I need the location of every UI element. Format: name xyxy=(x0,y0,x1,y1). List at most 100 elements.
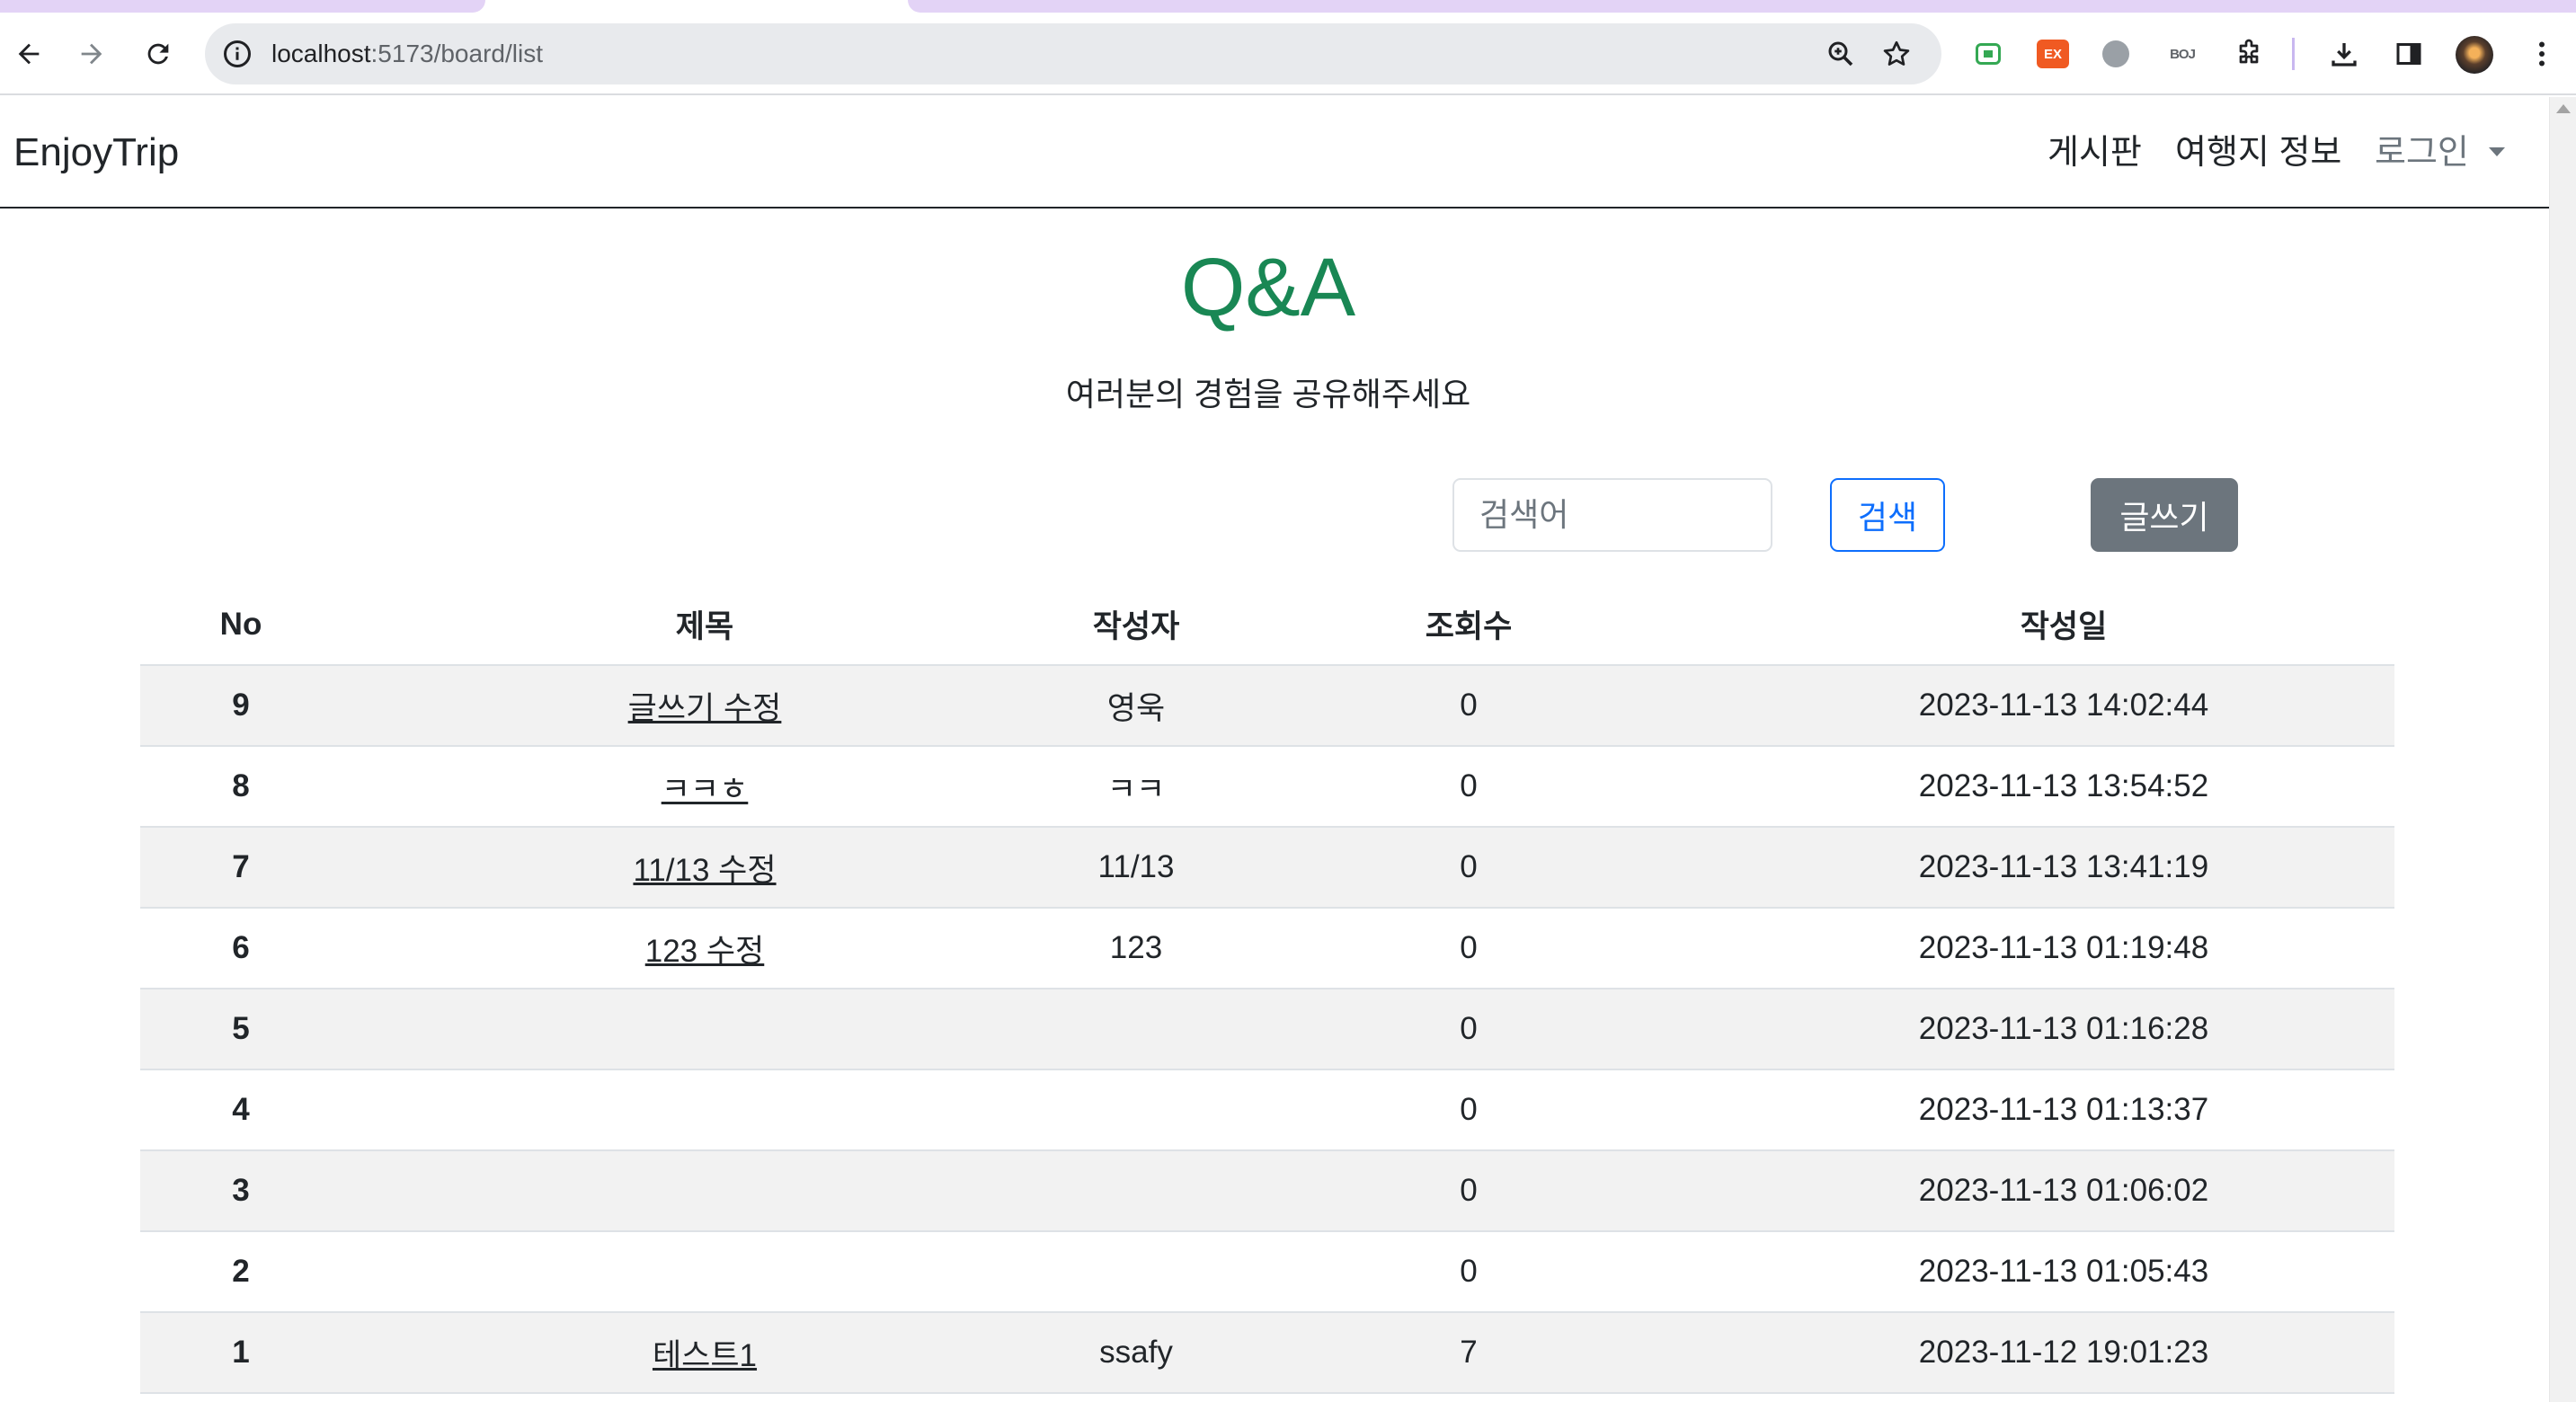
profile-avatar[interactable] xyxy=(2456,36,2493,74)
cell-date: 2023-11-13 13:41:19 xyxy=(1733,827,2394,909)
cell-title: 글쓰기 수정 xyxy=(342,665,1068,747)
cell-views: 0 xyxy=(1204,746,1733,828)
browser-tab-active[interactable] xyxy=(908,0,2576,13)
write-button[interactable]: 글쓰기 xyxy=(2091,478,2238,552)
cell-no: 2 xyxy=(140,1231,342,1313)
board-table: No 제목 작성자 조회수 작성일 9 글쓰기 수정 영욱 0 2023-11-… xyxy=(140,584,2394,1394)
post-title-link[interactable]: 123 수정 xyxy=(645,934,765,969)
sidepanel-icon[interactable] xyxy=(2391,36,2427,72)
cell-views: 7 xyxy=(1204,1312,1733,1394)
cell-author: 123 xyxy=(1068,908,1204,989)
cell-author xyxy=(1068,989,1204,1070)
table-row[interactable]: 9 글쓰기 수정 영욱 0 2023-11-13 14:02:44 xyxy=(140,665,2394,747)
table-row[interactable]: 3 0 2023-11-13 01:06:02 xyxy=(140,1150,2394,1232)
page-subtitle: 여러분의 경험을 공유해주세요 xyxy=(1065,376,1471,413)
forward-button[interactable] xyxy=(70,32,113,75)
table-header-row: No 제목 작성자 조회수 작성일 xyxy=(140,584,2394,666)
table-row[interactable]: 4 0 2023-11-13 01:13:37 xyxy=(140,1069,2394,1151)
cell-views: 0 xyxy=(1204,1150,1733,1232)
cell-title xyxy=(342,1150,1068,1232)
cell-date: 2023-11-13 01:13:37 xyxy=(1733,1069,2394,1151)
cell-date: 2023-11-13 14:02:44 xyxy=(1733,665,2394,747)
cell-author: 영욱 xyxy=(1068,665,1204,747)
post-title-link[interactable]: 글쓰기 수정 xyxy=(628,691,782,726)
back-button[interactable] xyxy=(7,32,50,75)
zoom-icon[interactable] xyxy=(1825,38,1857,70)
extension-ex-icon[interactable]: EX xyxy=(2035,36,2071,72)
browser-toolbar: localhost:5173/board/list EX BOJ xyxy=(0,13,2576,95)
cell-no: 8 xyxy=(140,746,342,828)
table-row[interactable]: 1 테스트1 ssafy 7 2023-11-12 19:01:23 xyxy=(140,1312,2394,1394)
cell-author xyxy=(1068,1150,1204,1232)
scroll-up-arrow-icon[interactable] xyxy=(2556,104,2571,113)
star-icon[interactable] xyxy=(1880,38,1913,70)
reload-button[interactable] xyxy=(137,32,180,75)
page-title: Q&A xyxy=(1180,242,1356,333)
post-title-link[interactable]: 테스트1 xyxy=(653,1338,757,1373)
post-title-link[interactable]: 11/13 수정 xyxy=(633,853,776,888)
url-text[interactable]: localhost:5173/board/list xyxy=(271,23,543,84)
table-row[interactable]: 8 ㅋㅋㅎ ㅋㅋ 0 2023-11-13 13:54:52 xyxy=(140,746,2394,828)
cell-title xyxy=(342,1231,1068,1313)
cell-views: 0 xyxy=(1204,989,1733,1070)
cell-views: 0 xyxy=(1204,665,1733,747)
cell-no: 7 xyxy=(140,827,342,909)
cell-title: 123 수정 xyxy=(342,908,1068,989)
table-row[interactable]: 5 0 2023-11-13 01:16:28 xyxy=(140,989,2394,1070)
toolbar-separator xyxy=(2292,38,2295,70)
reload-icon xyxy=(147,43,169,65)
column-header-title: 제목 xyxy=(342,584,1068,666)
extensions-puzzle-icon[interactable] xyxy=(2231,36,2267,72)
search-button[interactable]: 검색 xyxy=(1830,478,1945,552)
column-header-author: 작성자 xyxy=(1068,584,1204,666)
cell-date: 2023-11-13 01:16:28 xyxy=(1733,989,2394,1070)
page-viewport: EnjoyTrip 게시판 여행지 정보 로그인 Q&A 여러분의 경험을 공유… xyxy=(0,97,2549,1402)
forward-arrow-icon xyxy=(81,43,102,65)
column-header-date: 작성일 xyxy=(1733,584,2394,666)
cell-author: ssafy xyxy=(1068,1312,1204,1394)
extension-green-icon[interactable] xyxy=(1970,36,2006,72)
nav-login-dropdown[interactable]: 로그인 xyxy=(2375,97,2505,209)
table-row[interactable]: 6 123 수정 123 0 2023-11-13 01:19:48 xyxy=(140,908,2394,989)
cell-views: 0 xyxy=(1204,827,1733,909)
cell-views: 0 xyxy=(1204,1069,1733,1151)
page-scrollbar[interactable] xyxy=(2549,97,2576,1402)
extension-boj-icon[interactable]: BOJ xyxy=(2164,36,2200,72)
post-title-link[interactable]: ㅋㅋㅎ xyxy=(662,772,749,807)
nav-link-travel-info[interactable]: 여행지 정보 xyxy=(2175,97,2341,209)
cell-title: ㅋㅋㅎ xyxy=(342,746,1068,828)
cell-date: 2023-11-13 01:19:48 xyxy=(1733,908,2394,989)
dropdown-caret-icon xyxy=(2488,146,2505,156)
cell-date: 2023-11-13 01:06:02 xyxy=(1733,1150,2394,1232)
search-input[interactable] xyxy=(1452,478,1772,552)
table-row[interactable]: 2 0 2023-11-13 01:05:43 xyxy=(140,1231,2394,1313)
kebab-menu-icon[interactable] xyxy=(2524,36,2560,72)
url-path: :5173/board/list xyxy=(370,40,543,67)
cell-date: 2023-11-13 01:05:43 xyxy=(1733,1231,2394,1313)
cell-author xyxy=(1068,1069,1204,1151)
address-bar[interactable]: localhost:5173/board/list xyxy=(205,23,1941,84)
cell-title: 11/13 수정 xyxy=(342,827,1068,909)
nav-link-board[interactable]: 게시판 xyxy=(2047,97,2142,209)
cell-views: 0 xyxy=(1204,1231,1733,1313)
cell-no: 4 xyxy=(140,1069,342,1151)
browser-tab[interactable] xyxy=(0,0,485,13)
cell-author: ㅋㅋ xyxy=(1068,746,1204,828)
cell-views: 0 xyxy=(1204,908,1733,989)
table-row[interactable]: 7 11/13 수정 11/13 0 2023-11-13 13:41:19 xyxy=(140,827,2394,909)
site-navbar: EnjoyTrip 게시판 여행지 정보 로그인 xyxy=(0,97,2549,209)
info-icon[interactable] xyxy=(221,38,253,70)
cell-title xyxy=(342,989,1068,1070)
cell-no: 3 xyxy=(140,1150,342,1232)
login-label: 로그인 xyxy=(2375,134,2469,172)
cell-title xyxy=(342,1069,1068,1151)
download-icon[interactable] xyxy=(2326,36,2362,72)
extension-github-icon[interactable] xyxy=(2098,36,2134,72)
tab-strip xyxy=(0,0,2576,13)
cell-no: 1 xyxy=(140,1312,342,1394)
url-host: localhost xyxy=(271,40,371,67)
brand-logo[interactable]: EnjoyTrip xyxy=(13,97,179,209)
cell-author xyxy=(1068,1231,1204,1313)
column-header-no: No xyxy=(140,584,342,666)
cell-no: 5 xyxy=(140,989,342,1070)
